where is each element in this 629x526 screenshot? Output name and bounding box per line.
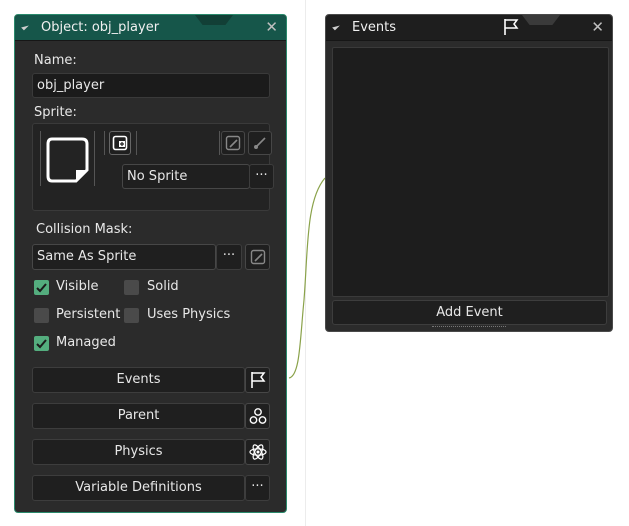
visible-label: Visible — [56, 279, 99, 294]
events-icon-button[interactable] — [245, 367, 270, 393]
collision-mask-label: Collision Mask: — [36, 222, 133, 237]
events-button[interactable]: Events — [32, 367, 245, 393]
solid-label: Solid — [147, 279, 179, 294]
window-notch — [195, 15, 233, 25]
parent-icon-button[interactable] — [245, 403, 270, 429]
divider — [219, 131, 220, 155]
physics-button[interactable]: Physics — [32, 439, 245, 465]
collapse-triangle-icon[interactable] — [21, 22, 29, 31]
close-icon[interactable]: ✕ — [265, 18, 278, 36]
object-window-titlebar[interactable]: Object: obj_player ✕ — [15, 15, 286, 41]
uses-physics-checkbox[interactable] — [124, 308, 139, 323]
paint-sprite-button[interactable] — [248, 131, 272, 155]
sprite-panel: No Sprite ··· — [32, 123, 274, 211]
flag-icon — [250, 372, 265, 388]
managed-checkbox[interactable] — [34, 336, 49, 351]
collision-mask-menu-button[interactable]: ··· — [216, 244, 242, 270]
brush-icon — [254, 137, 266, 149]
visible-checkbox[interactable] — [34, 280, 49, 295]
resize-handle[interactable] — [432, 326, 506, 330]
name-field[interactable]: obj_player — [32, 73, 270, 98]
sprite-select[interactable]: No Sprite — [122, 164, 250, 189]
new-sprite-button[interactable] — [109, 131, 131, 155]
divider — [136, 131, 137, 155]
events-window-title: Events — [352, 20, 397, 35]
parent-button[interactable]: Parent — [32, 403, 245, 429]
collapse-triangle-icon[interactable] — [332, 22, 340, 31]
close-icon[interactable]: ✕ — [591, 18, 604, 36]
edit-mask-icon — [250, 249, 265, 265]
sprite-thumbnail-icon[interactable] — [46, 136, 90, 184]
variable-definitions-menu-button[interactable]: ··· — [245, 475, 270, 501]
object-window-title: Object: obj_player — [41, 20, 160, 35]
solid-checkbox[interactable] — [124, 280, 139, 295]
atom-icon — [248, 444, 267, 460]
checkmark-icon — [36, 339, 47, 349]
physics-icon-button[interactable] — [245, 439, 270, 465]
checkmark-icon — [36, 283, 47, 293]
collision-mask-edit-button[interactable] — [245, 244, 270, 270]
parent-hierarchy-icon — [249, 408, 266, 424]
collision-mask-select[interactable]: Same As Sprite — [32, 244, 216, 270]
new-sprite-icon — [112, 135, 128, 151]
persistent-checkbox[interactable] — [34, 308, 49, 323]
persistent-label: Persistent — [56, 307, 121, 322]
window-notch — [522, 15, 560, 25]
object-window: Object: obj_player ✕ Name: obj_player Sp… — [14, 14, 287, 513]
sprite-label: Sprite: — [34, 105, 77, 120]
sprite-menu-button[interactable]: ··· — [249, 164, 274, 189]
variable-definitions-button[interactable]: Variable Definitions — [32, 475, 245, 501]
uses-physics-label: Uses Physics — [147, 307, 231, 322]
edit-sprite-button[interactable] — [221, 131, 245, 155]
divider — [104, 131, 105, 155]
edit-sprite-icon — [225, 135, 241, 151]
events-window-titlebar[interactable]: Events ✕ — [326, 15, 612, 41]
name-label: Name: — [34, 53, 77, 68]
events-window: Events ✕ Add Event — [325, 14, 613, 332]
add-event-button[interactable]: Add Event — [332, 300, 607, 325]
flag-icon — [504, 19, 519, 35]
events-list[interactable] — [332, 47, 609, 297]
managed-label: Managed — [56, 335, 116, 350]
